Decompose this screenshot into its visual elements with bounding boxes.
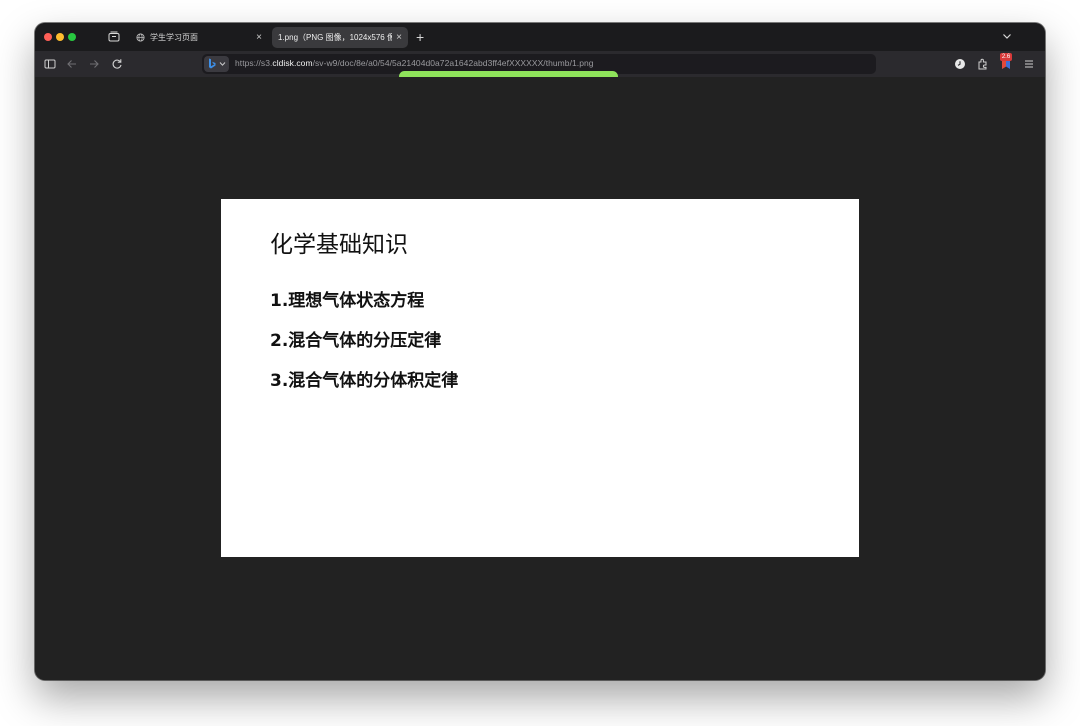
tab-image[interactable]: 1.png（PNG 图像，1024x576 像素） × xyxy=(272,27,408,48)
bing-icon xyxy=(209,58,216,69)
slide-title: 化学基础知识 xyxy=(270,232,408,258)
slide-image[interactable]: 化学基础知识 1.理想气体状态方程 2.混合气体的分压定律 3.混合气体的分体积… xyxy=(221,199,859,557)
slide-item: 2.混合气体的分压定律 xyxy=(270,331,442,351)
back-icon[interactable] xyxy=(65,57,79,71)
tab-close-button[interactable]: × xyxy=(256,32,262,43)
tab-overview-icon[interactable] xyxy=(108,31,120,42)
minimize-window-button[interactable] xyxy=(56,33,64,41)
history-icon[interactable] xyxy=(953,57,967,71)
reload-icon[interactable] xyxy=(110,57,124,71)
tab-bar: 学生学习页面 × 1.png（PNG 图像，1024x576 像素） × + xyxy=(35,23,1045,51)
tab-close-button[interactable]: × xyxy=(396,32,402,43)
page-content: 化学基础知识 1.理想气体状态方程 2.混合气体的分压定律 3.混合气体的分体积… xyxy=(35,77,1045,680)
extension-badge: 2.6 xyxy=(1000,53,1012,61)
globe-icon xyxy=(136,33,145,42)
url-host: cldisk.com xyxy=(272,58,313,68)
sidebar-icon[interactable] xyxy=(43,57,57,71)
new-tab-button[interactable]: + xyxy=(416,29,424,45)
close-window-button[interactable] xyxy=(44,33,52,41)
slide-item: 3.混合气体的分体积定律 xyxy=(270,371,459,391)
zoom-window-button[interactable] xyxy=(68,33,76,41)
menu-icon[interactable] xyxy=(1022,57,1036,71)
search-engine-button[interactable] xyxy=(204,56,229,72)
tab-title: 学生学习页面 xyxy=(150,33,198,42)
tab-student-page[interactable]: 学生学习页面 × xyxy=(130,27,268,48)
slide-item: 1.理想气体状态方程 xyxy=(270,291,425,311)
url-path: /sv-w9/doc/8e/a0/54/5a21404d0a72a1642abd… xyxy=(312,58,594,68)
url-text[interactable]: https://s3.cldisk.com/sv-w9/doc/8e/a0/54… xyxy=(235,58,594,68)
forward-icon[interactable] xyxy=(87,57,101,71)
chevron-down-icon[interactable] xyxy=(1001,30,1013,42)
tab-title: 1.png（PNG 图像，1024x576 像素） xyxy=(278,33,393,42)
chevron-down-icon xyxy=(219,62,226,66)
extensions-icon[interactable] xyxy=(976,57,990,71)
url-prefix: https://s3. xyxy=(235,58,273,68)
browser-window: 学生学习页面 × 1.png（PNG 图像，1024x576 像素） × + xyxy=(35,23,1045,680)
